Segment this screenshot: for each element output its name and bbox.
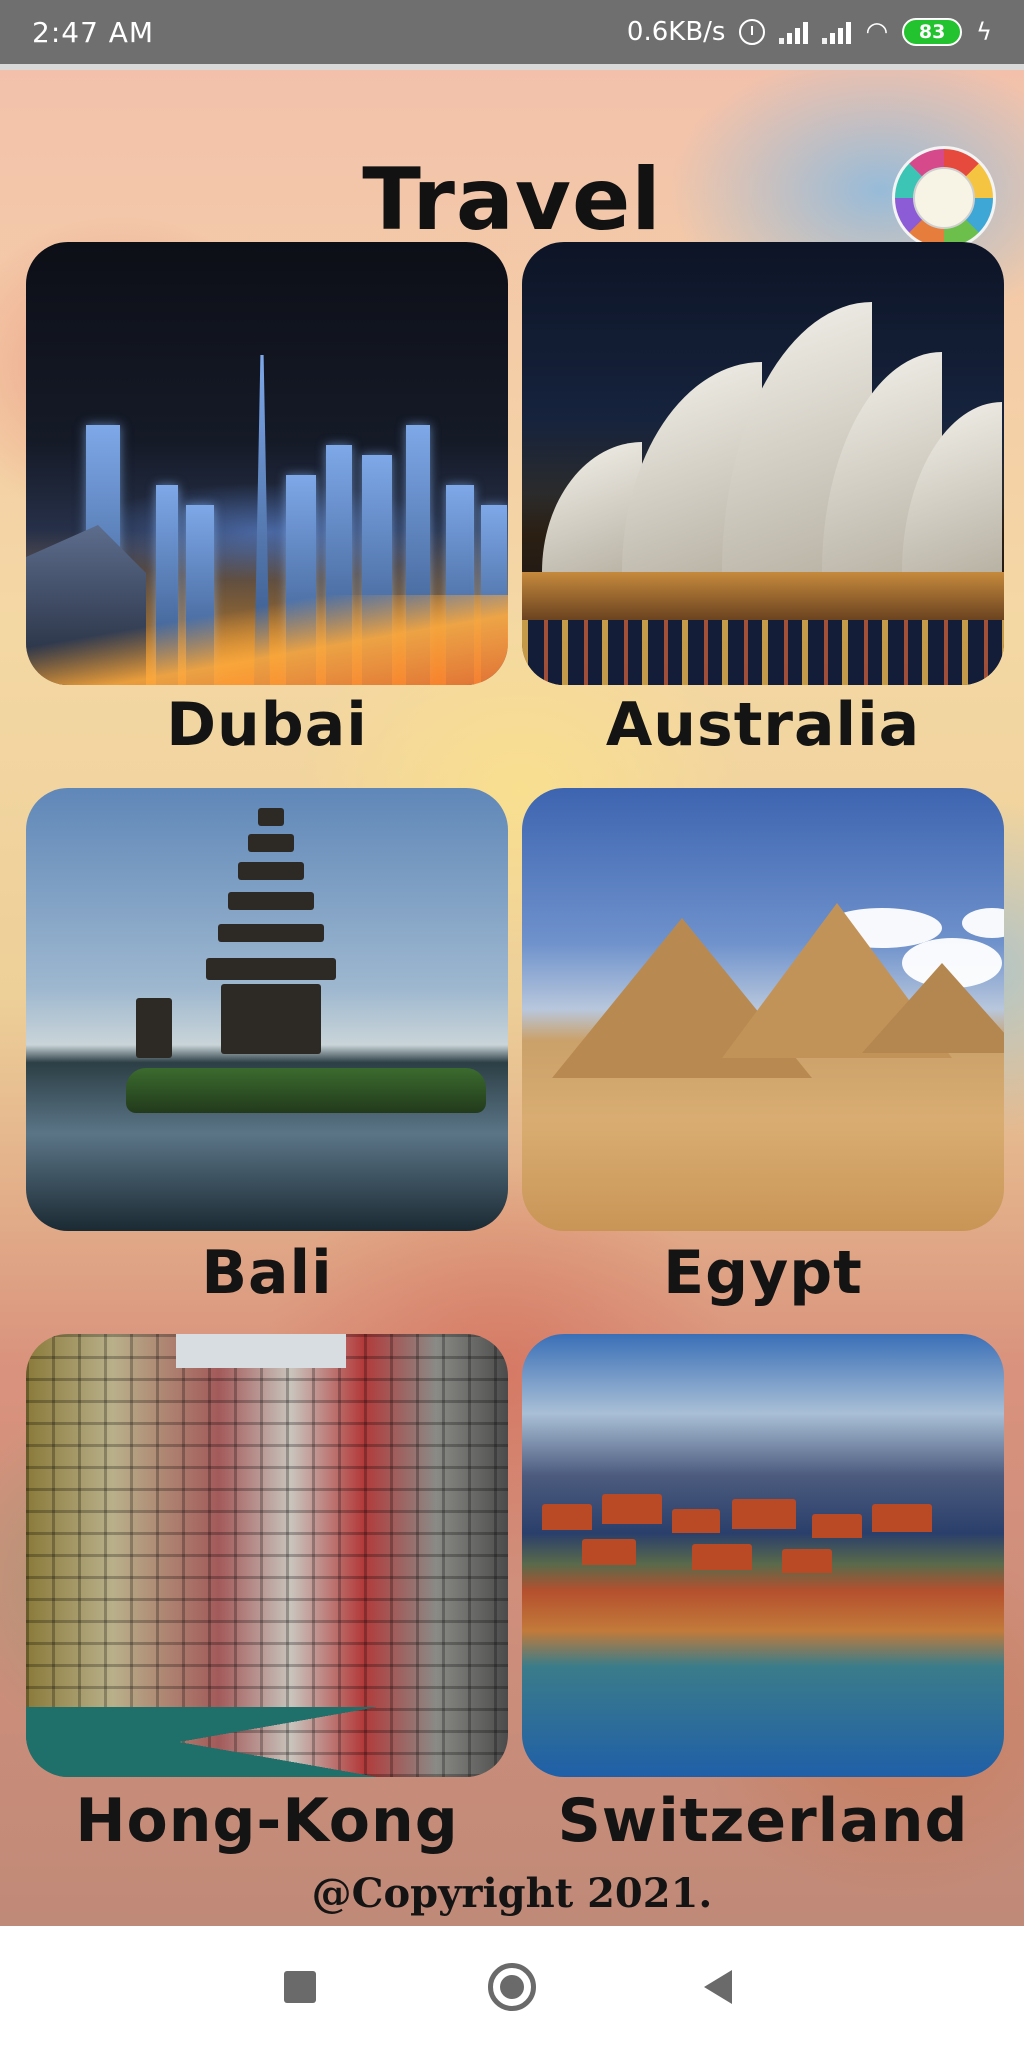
navigation-bar	[0, 1926, 1024, 2048]
page-title: Travel	[362, 150, 662, 250]
status-time: 2:47 AM	[32, 15, 155, 49]
main-content: Travel ˇ Dubai Australia	[0, 70, 1024, 1926]
battery-icon: 83	[902, 18, 963, 46]
network-speed: 0.6KB/s	[626, 17, 726, 47]
destination-label-egypt[interactable]: Egypt	[522, 1238, 1004, 1308]
charging-icon: ϟ	[976, 18, 992, 46]
recent-apps-icon[interactable]	[284, 1971, 316, 2003]
destination-card-switzerland[interactable]	[522, 1334, 1004, 1777]
destination-card-egypt[interactable]	[522, 788, 1004, 1231]
home-icon[interactable]	[488, 1963, 536, 2011]
destination-label-switzerland[interactable]: Switzerland	[522, 1786, 1004, 1856]
copyright-text: @Copyright 2021.	[311, 1870, 713, 1917]
destination-label-australia[interactable]: Australia	[522, 690, 1004, 760]
status-bar: 2:47 AM 0.6KB/s ◠ 83 ϟ	[0, 0, 1024, 64]
wifi-icon: ◠	[865, 17, 889, 47]
signal-icon	[822, 20, 852, 44]
back-icon[interactable]	[704, 1970, 732, 2004]
destination-label-hong-kong[interactable]: Hong-Kong	[26, 1786, 508, 1856]
status-icons: 0.6KB/s ◠ 83 ϟ	[627, 17, 992, 47]
destination-label-dubai[interactable]: Dubai	[26, 690, 508, 760]
alarm-icon	[739, 19, 766, 45]
destination-card-hong-kong[interactable]	[26, 1334, 508, 1777]
destination-card-dubai[interactable]	[26, 242, 508, 685]
logo-center	[913, 167, 975, 229]
destination-card-bali[interactable]	[26, 788, 508, 1231]
travel-globe-logo[interactable]	[892, 146, 996, 250]
destination-card-australia[interactable]	[522, 242, 1004, 685]
signal-icon	[779, 20, 809, 44]
destination-label-bali[interactable]: Bali	[26, 1238, 508, 1308]
